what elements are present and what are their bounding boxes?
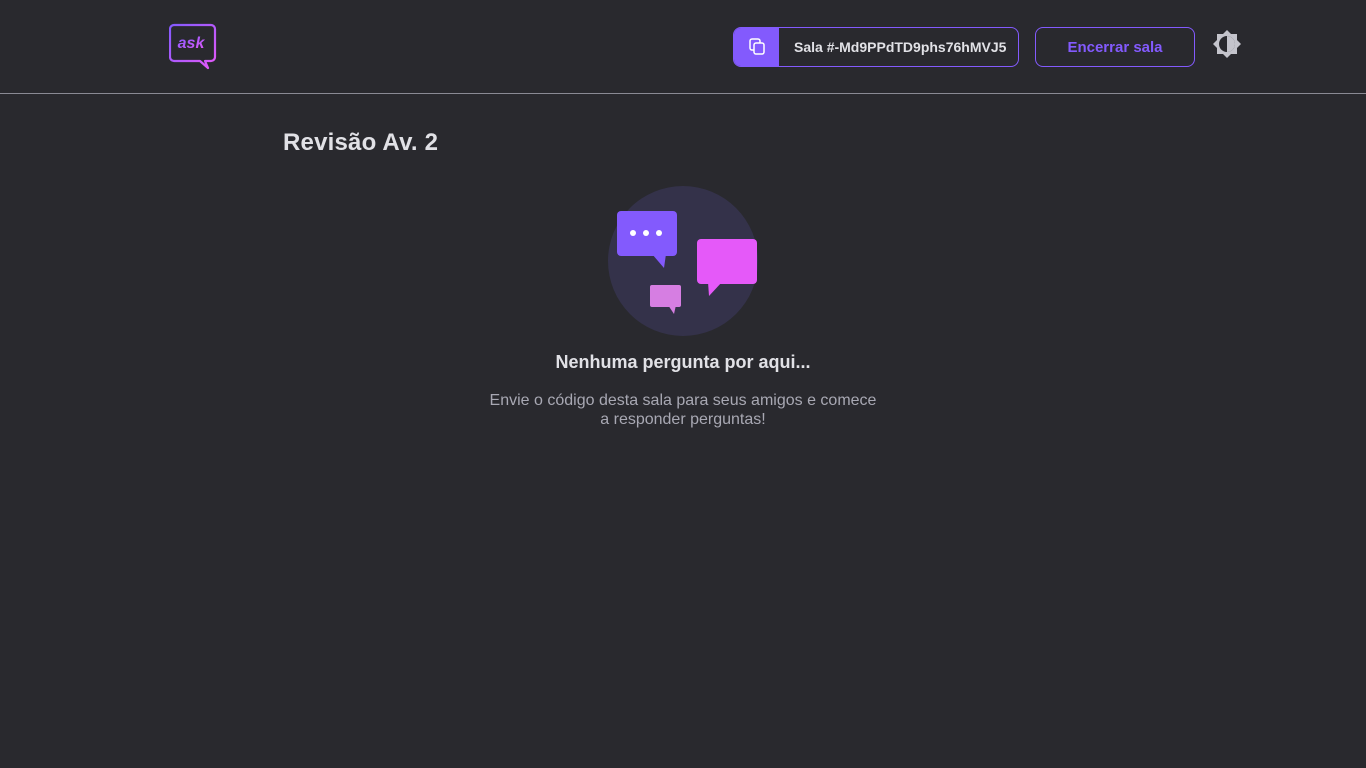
logo-text: ask xyxy=(178,35,206,52)
empty-state-description: Envie o código desta sala para seus amig… xyxy=(489,392,877,428)
empty-state-title: Nenhuma pergunta por aqui... xyxy=(555,352,811,372)
room-code-label: Sala #-Md9PPdTD9phs76hMVJ5 xyxy=(794,39,1007,55)
empty-questions-illustration xyxy=(608,186,758,336)
copy-icon xyxy=(734,28,779,66)
close-room-button[interactable]: Encerrar sala xyxy=(1035,27,1195,67)
page-header: ask Sala #-Md9PPdTD9phs76hMVJ5 Encerrar … xyxy=(0,0,1366,94)
logo-icon[interactable]: ask xyxy=(168,23,219,71)
room-title: Revisão Av. 2 xyxy=(283,129,439,156)
copy-room-code-button[interactable]: Sala #-Md9PPdTD9phs76hMVJ5 xyxy=(733,27,1019,67)
theme-toggle-icon[interactable] xyxy=(1211,28,1243,60)
